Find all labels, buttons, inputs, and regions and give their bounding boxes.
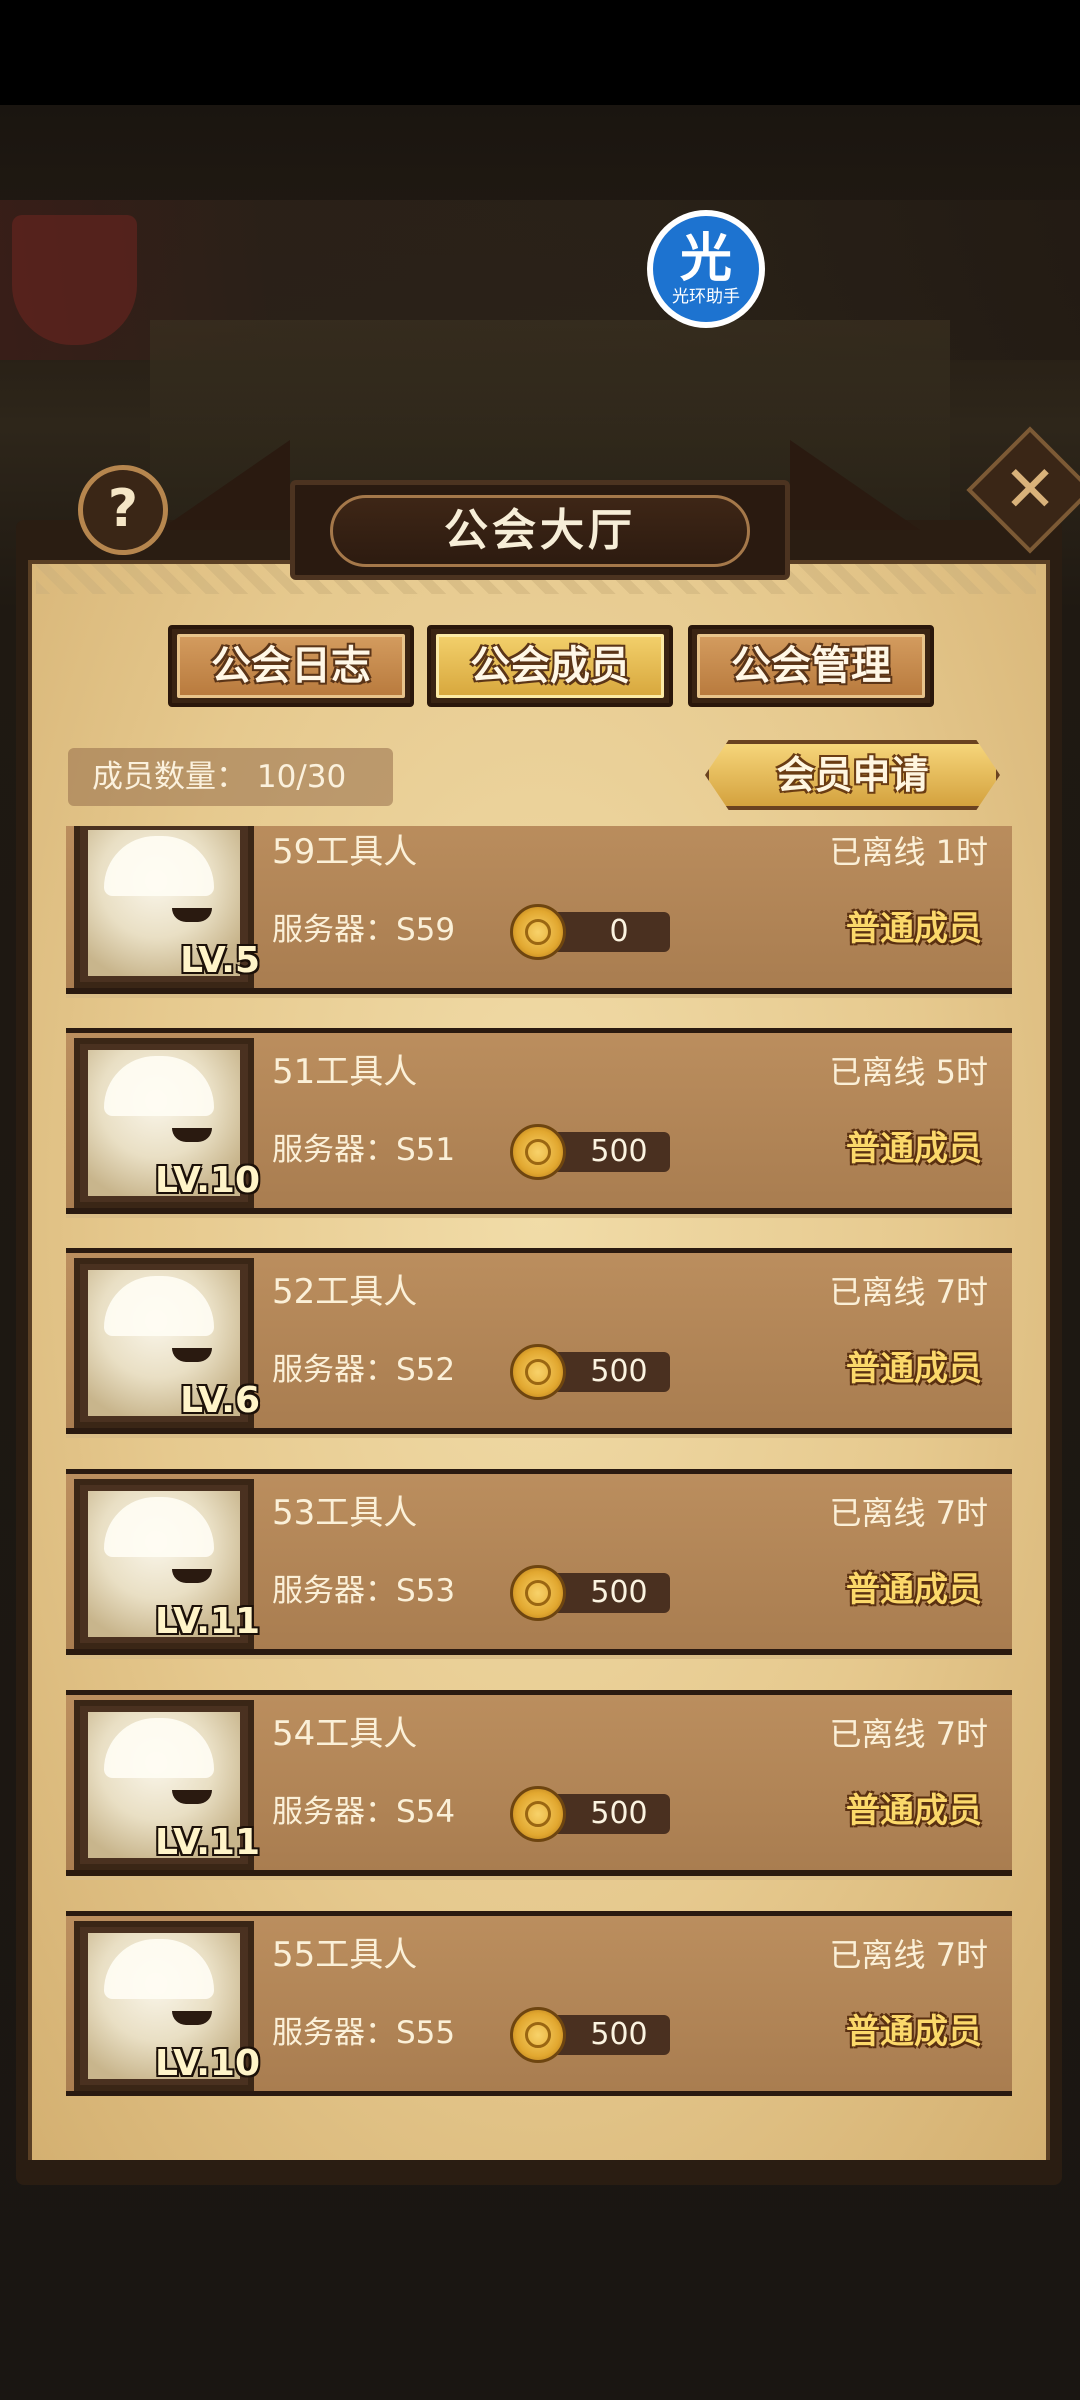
tab-label: 公会成员 — [436, 634, 664, 698]
member-role: 普通成员 — [846, 1349, 982, 1389]
member-avatar[interactable]: LV.5 — [74, 826, 260, 988]
member-level: LV.11 — [155, 1822, 260, 1863]
member-server: 服务器：S53 — [272, 1573, 456, 1609]
member-offline-time: 已离线 7时 — [829, 1273, 988, 1311]
member-offline-time: 已离线 7时 — [829, 1936, 988, 1974]
member-row[interactable]: LV.5 59工具人 已离线 1时 服务器：S59 0 普通成员 — [60, 826, 1018, 998]
member-contribution: 0 — [510, 904, 675, 960]
member-row[interactable]: LV.10 55工具人 已离线 7时 服务器：S55 500 普通成员 — [60, 1903, 1018, 2096]
member-server: 服务器：S52 — [272, 1352, 456, 1388]
member-contribution: 500 — [510, 1344, 675, 1400]
title-ornament-left — [160, 440, 290, 530]
member-offline-time: 已离线 5时 — [829, 1053, 988, 1091]
member-offline-time: 已离线 7时 — [829, 1494, 988, 1532]
help-button[interactable]: ? — [78, 465, 168, 555]
member-avatar[interactable]: LV.6 — [74, 1258, 260, 1428]
tab-guild-management[interactable]: 公会管理 — [688, 625, 934, 707]
member-level: LV.10 — [155, 1160, 260, 1201]
member-level: LV.11 — [155, 1601, 260, 1642]
member-role: 普通成员 — [846, 1791, 982, 1831]
coin-icon — [510, 1565, 566, 1621]
status-bar — [0, 0, 1080, 105]
contribution-value: 500 — [550, 2015, 670, 2055]
member-row[interactable]: LV.11 53工具人 已离线 7时 服务器：S53 500 普通成员 — [60, 1461, 1018, 1659]
member-row[interactable]: LV.11 54工具人 已离线 7时 服务器：S54 500 普通成员 — [60, 1682, 1018, 1880]
member-role: 普通成员 — [846, 2012, 982, 2052]
member-role: 普通成员 — [846, 1129, 982, 1169]
member-server: 服务器：S55 — [272, 2015, 456, 2051]
member-name: 55工具人 — [272, 1935, 418, 1975]
coin-icon — [510, 1344, 566, 1400]
member-level: LV.6 — [180, 1380, 260, 1421]
member-name: 54工具人 — [272, 1714, 418, 1754]
member-name: 51工具人 — [272, 1052, 418, 1092]
contribution-value: 500 — [550, 1132, 670, 1172]
question-icon: ? — [107, 479, 139, 539]
member-server: 服务器：S51 — [272, 1132, 456, 1168]
member-name: 59工具人 — [272, 832, 418, 872]
member-name: 53工具人 — [272, 1493, 418, 1533]
contribution-value: 500 — [550, 1794, 670, 1834]
member-row[interactable]: LV.10 51工具人 已离线 5时 服务器：S51 500 普通成员 — [60, 1020, 1018, 1218]
member-name: 52工具人 — [272, 1272, 418, 1312]
member-application-button[interactable]: 会员申请 — [705, 740, 1000, 810]
member-contribution: 500 — [510, 1565, 675, 1621]
panel-title: 公会大厅 — [330, 495, 750, 567]
member-avatar[interactable]: LV.11 — [74, 1479, 260, 1649]
member-row[interactable]: LV.6 52工具人 已离线 7时 服务器：S52 500 普通成员 — [60, 1240, 1018, 1438]
member-server: 服务器：S54 — [272, 1794, 456, 1830]
member-level: LV.10 — [155, 2043, 260, 2084]
member-avatar[interactable]: LV.10 — [74, 1038, 260, 1208]
member-contribution: 500 — [510, 2007, 675, 2063]
member-contribution: 500 — [510, 1786, 675, 1842]
title-ornament-right — [790, 440, 920, 530]
member-count: 成员数量： 10/30 — [68, 748, 393, 806]
contribution-value: 500 — [550, 1573, 670, 1613]
helper-label: 光环助手 — [672, 287, 740, 307]
background-guild-emblem — [12, 215, 137, 345]
coin-icon — [510, 1786, 566, 1842]
member-list[interactable]: LV.5 59工具人 已离线 1时 服务器：S59 0 普通成员 LV.10 5… — [60, 826, 1018, 2096]
member-role: 普通成员 — [846, 1570, 982, 1610]
member-avatar[interactable]: LV.11 — [74, 1700, 260, 1870]
member-server: 服务器：S59 — [272, 912, 456, 948]
member-offline-time: 已离线 1时 — [829, 833, 988, 871]
coin-icon — [510, 904, 566, 960]
member-avatar[interactable]: LV.10 — [74, 1921, 260, 2091]
coin-icon — [510, 2007, 566, 2063]
panel-bottom-edge — [20, 2160, 1060, 2178]
contribution-value: 0 — [550, 912, 670, 952]
contribution-value: 500 — [550, 1352, 670, 1392]
member-offline-time: 已离线 7时 — [829, 1715, 988, 1753]
helper-logo-icon: 光 光环助手 — [653, 216, 759, 322]
tab-guild-members[interactable]: 公会成员 — [427, 625, 673, 707]
tab-label: 公会管理 — [697, 634, 925, 698]
coin-icon — [510, 1124, 566, 1180]
helper-glyph: 光 — [679, 229, 732, 289]
helper-floating-button[interactable]: 光 光环助手 — [647, 210, 765, 328]
member-contribution: 500 — [510, 1124, 675, 1180]
tab-label: 公会日志 — [177, 634, 405, 698]
member-role: 普通成员 — [846, 909, 982, 949]
member-level: LV.5 — [180, 940, 260, 981]
tab-guild-log[interactable]: 公会日志 — [168, 625, 414, 707]
close-icon[interactable]: ✕ — [985, 445, 1075, 535]
